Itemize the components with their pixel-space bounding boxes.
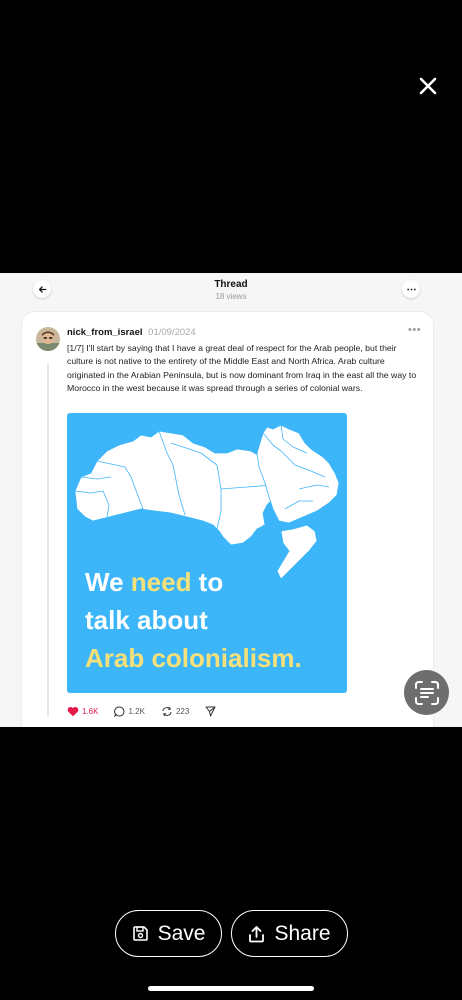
send-icon <box>205 706 216 716</box>
live-text-button[interactable] <box>404 670 449 715</box>
save-button[interactable]: Save <box>115 910 222 957</box>
post-actions: 1.6K 1.2K 223 <box>67 704 235 718</box>
like-button[interactable]: 1.6K <box>67 706 98 717</box>
text-scan-icon <box>414 680 439 705</box>
send-button[interactable] <box>205 706 219 717</box>
comment-button[interactable]: 1.2K <box>114 706 145 717</box>
thread-header: Thread 18 views <box>0 273 462 309</box>
post-text: [1/7] I'll start by saying that I have a… <box>67 343 417 393</box>
avatar[interactable] <box>36 327 60 351</box>
banner-line-1: We need to <box>85 567 224 597</box>
repost-count: 223 <box>175 706 190 716</box>
comment-count: 1.2K <box>128 706 145 716</box>
thread-line <box>47 364 49 716</box>
banner-line-2: talk about <box>85 605 208 635</box>
thread-screenshot: Thread 18 views nick_from_israel 01/09/2… <box>0 273 462 727</box>
close-icon <box>419 77 437 95</box>
close-button[interactable] <box>414 72 442 100</box>
username[interactable]: nick_from_israel <box>67 327 143 338</box>
repost-button[interactable]: 223 <box>161 706 189 717</box>
save-icon <box>132 926 148 941</box>
like-count: 1.6K <box>82 706 99 716</box>
header-more-button[interactable] <box>402 280 420 298</box>
more-icon <box>406 288 416 290</box>
post-image[interactable]: We need to talk about Arab colonialism. <box>67 413 347 693</box>
post-meta: nick_from_israel 01/09/2024 <box>67 327 196 338</box>
share-icon <box>249 925 265 942</box>
page-title: Thread <box>214 279 248 290</box>
share-button[interactable]: Share <box>231 910 348 957</box>
post-date: 01/09/2024 <box>148 327 196 338</box>
home-indicator[interactable] <box>148 986 314 991</box>
post-card: nick_from_israel 01/09/2024 ••• [1/7] I'… <box>21 311 434 727</box>
share-label: Share <box>274 921 331 945</box>
view-count: 18 views <box>215 292 247 301</box>
comment-icon <box>114 706 125 717</box>
heart-icon <box>67 706 79 716</box>
image-banner-text: We need to talk about Arab colonialism. <box>85 563 302 677</box>
post-more-button[interactable]: ••• <box>408 324 421 336</box>
save-label: Save <box>157 921 206 945</box>
banner-line-3: Arab colonialism. <box>85 643 302 673</box>
repost-icon <box>162 706 172 716</box>
